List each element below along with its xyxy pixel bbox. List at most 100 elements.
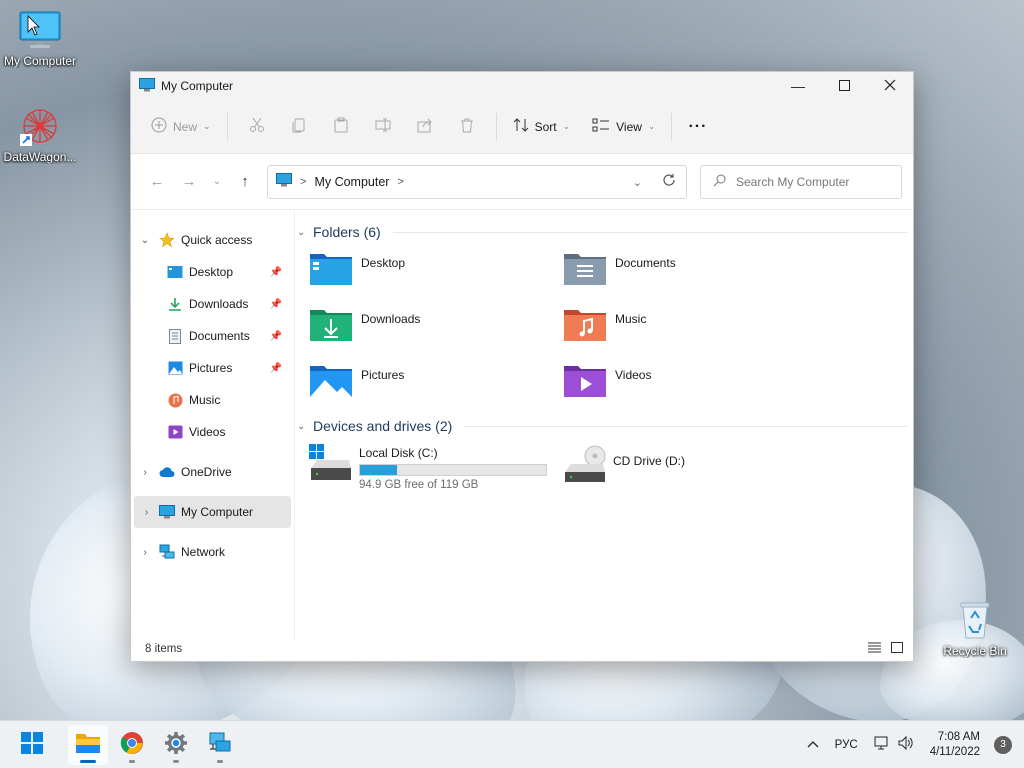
network-status-button[interactable] [874, 736, 890, 753]
trash-icon [459, 117, 475, 136]
drive-local-disk-c[interactable]: Local Disk (C:) 94.9 GB free of 119 GB [309, 444, 563, 494]
cloud-icon [159, 464, 175, 480]
up-button[interactable]: ↑ [229, 166, 261, 198]
nav-music[interactable]: Music [131, 384, 294, 416]
share-button[interactable] [412, 109, 438, 145]
desktop-icon-my-computer[interactable]: My Computer [0, 8, 80, 68]
refresh-button[interactable] [662, 173, 676, 190]
minimize-button[interactable]: — [775, 72, 821, 100]
divider [392, 231, 907, 233]
desktop-folder-icon [167, 264, 183, 280]
chevron-down-icon: ⌄ [297, 420, 306, 432]
chevron-right-icon[interactable]: › [131, 547, 159, 558]
title-bar[interactable]: My Computer — [131, 72, 913, 100]
volume-button[interactable] [898, 735, 914, 753]
chevron-down-icon[interactable]: ⌄ [131, 235, 159, 246]
folder-pictures[interactable]: Pictures [309, 362, 563, 408]
taskbar-file-explorer[interactable] [68, 724, 108, 765]
drives-group-header[interactable]: ⌄ Devices and drives (2) [295, 412, 907, 440]
datawagon-shortcut-icon [18, 104, 62, 148]
videos-icon [167, 424, 183, 440]
chevron-right-icon[interactable]: › [131, 467, 159, 478]
divider [464, 425, 907, 427]
maximize-button[interactable] [821, 72, 867, 100]
sort-button[interactable]: Sort ⌄ [505, 109, 579, 145]
new-button[interactable]: New ⌄ [143, 109, 219, 145]
folders-group-header[interactable]: ⌄ Folders (6) [295, 218, 907, 246]
taskbar-network-app[interactable] [200, 725, 240, 765]
pictures-icon [167, 360, 183, 376]
address-bar[interactable]: > My Computer > ⌄ [267, 164, 687, 199]
show-hidden-icons-button[interactable] [807, 739, 819, 751]
speaker-icon [898, 735, 914, 753]
close-button[interactable] [867, 72, 913, 100]
nav-downloads[interactable]: Downloads 📌 [131, 288, 294, 320]
minimize-icon: — [791, 78, 805, 94]
drive-cd-d[interactable]: CD Drive (D:) [563, 444, 817, 494]
taskbar-settings[interactable] [156, 725, 196, 765]
notification-badge[interactable]: 3 [994, 735, 1012, 754]
nav-network[interactable]: › Network [131, 536, 294, 568]
forward-button[interactable]: → [173, 166, 205, 198]
back-button[interactable]: ← [141, 166, 173, 198]
documents-icon [167, 328, 183, 344]
chevron-down-icon: ⌄ [297, 226, 306, 238]
pin-icon: 📌 [269, 362, 282, 374]
taskbar-chrome[interactable] [112, 725, 152, 765]
folder-desktop[interactable]: Desktop [309, 250, 563, 296]
chevron-down-icon: ⌄ [632, 176, 642, 189]
paste-button[interactable] [328, 109, 354, 145]
disk-usage-bar [359, 464, 547, 476]
disk-usage-fill [360, 465, 398, 475]
divider [671, 112, 673, 141]
copy-button[interactable] [286, 109, 312, 145]
sort-icon [513, 117, 529, 136]
downloads-folder-icon [309, 306, 353, 344]
start-button[interactable] [12, 725, 52, 765]
more-options-button[interactable]: ··· [680, 109, 715, 145]
folder-documents[interactable]: Documents [563, 250, 817, 296]
cd-drive-icon [563, 444, 607, 488]
nav-my-computer[interactable]: › My Computer [134, 496, 291, 528]
network-app-icon [208, 731, 232, 758]
folder-downloads[interactable]: Downloads [309, 306, 563, 352]
view-button[interactable]: View ⌄ [584, 109, 663, 145]
videos-folder-icon [563, 362, 607, 400]
desktop-folder-icon [309, 250, 353, 288]
desktop-icon-recycle-bin[interactable]: Recycle Bin [935, 598, 1015, 658]
chevron-down-icon: ⌄ [212, 176, 222, 187]
nav-pictures[interactable]: Pictures 📌 [131, 352, 294, 384]
search-box[interactable]: Search My Computer [700, 164, 902, 199]
computer-icon [159, 504, 175, 520]
file-explorer-window[interactable]: My Computer — New ⌄ Sort ⌄ View ⌄ ··· ← … [130, 71, 914, 662]
clock[interactable]: 7:08 AM 4/11/2022 [930, 730, 980, 760]
documents-folder-icon [563, 250, 607, 288]
star-icon [159, 232, 175, 248]
large-icons-view-button[interactable] [891, 642, 903, 656]
nav-onedrive[interactable]: › OneDrive [131, 456, 294, 488]
folder-videos[interactable]: Videos [563, 362, 817, 408]
rename-button[interactable] [370, 109, 396, 145]
nav-desktop[interactable]: Desktop 📌 [131, 256, 294, 288]
nav-quick-access[interactable]: ⌄ Quick access [131, 224, 294, 256]
close-icon [884, 78, 896, 94]
search-icon [713, 174, 726, 190]
nav-documents[interactable]: Documents 📌 [131, 320, 294, 352]
desktop-icon-datawagon[interactable]: DataWagon... [0, 104, 80, 164]
chevron-down-icon: ⌄ [562, 121, 571, 131]
address-row: ← → ⌄ ↑ > My Computer > ⌄ Search My Comp… [131, 154, 913, 210]
details-view-button[interactable] [868, 642, 881, 656]
input-language[interactable]: РУС [835, 739, 858, 751]
folder-music[interactable]: Music [563, 306, 817, 352]
breadcrumb-my-computer[interactable]: My Computer [314, 175, 389, 189]
cut-button[interactable] [244, 109, 270, 145]
delete-button[interactable] [454, 109, 480, 145]
nav-videos[interactable]: Videos [131, 416, 294, 448]
settings-icon [164, 731, 188, 758]
address-history-button[interactable]: ⌄ [633, 175, 642, 189]
recent-locations-button[interactable]: ⌄ [205, 166, 229, 198]
chevron-right-icon[interactable]: › [134, 507, 159, 518]
view-icon [592, 118, 610, 135]
taskbar: РУС 7:08 AM 4/11/2022 3 [0, 720, 1024, 768]
arrow-left-icon: ← [149, 173, 165, 190]
